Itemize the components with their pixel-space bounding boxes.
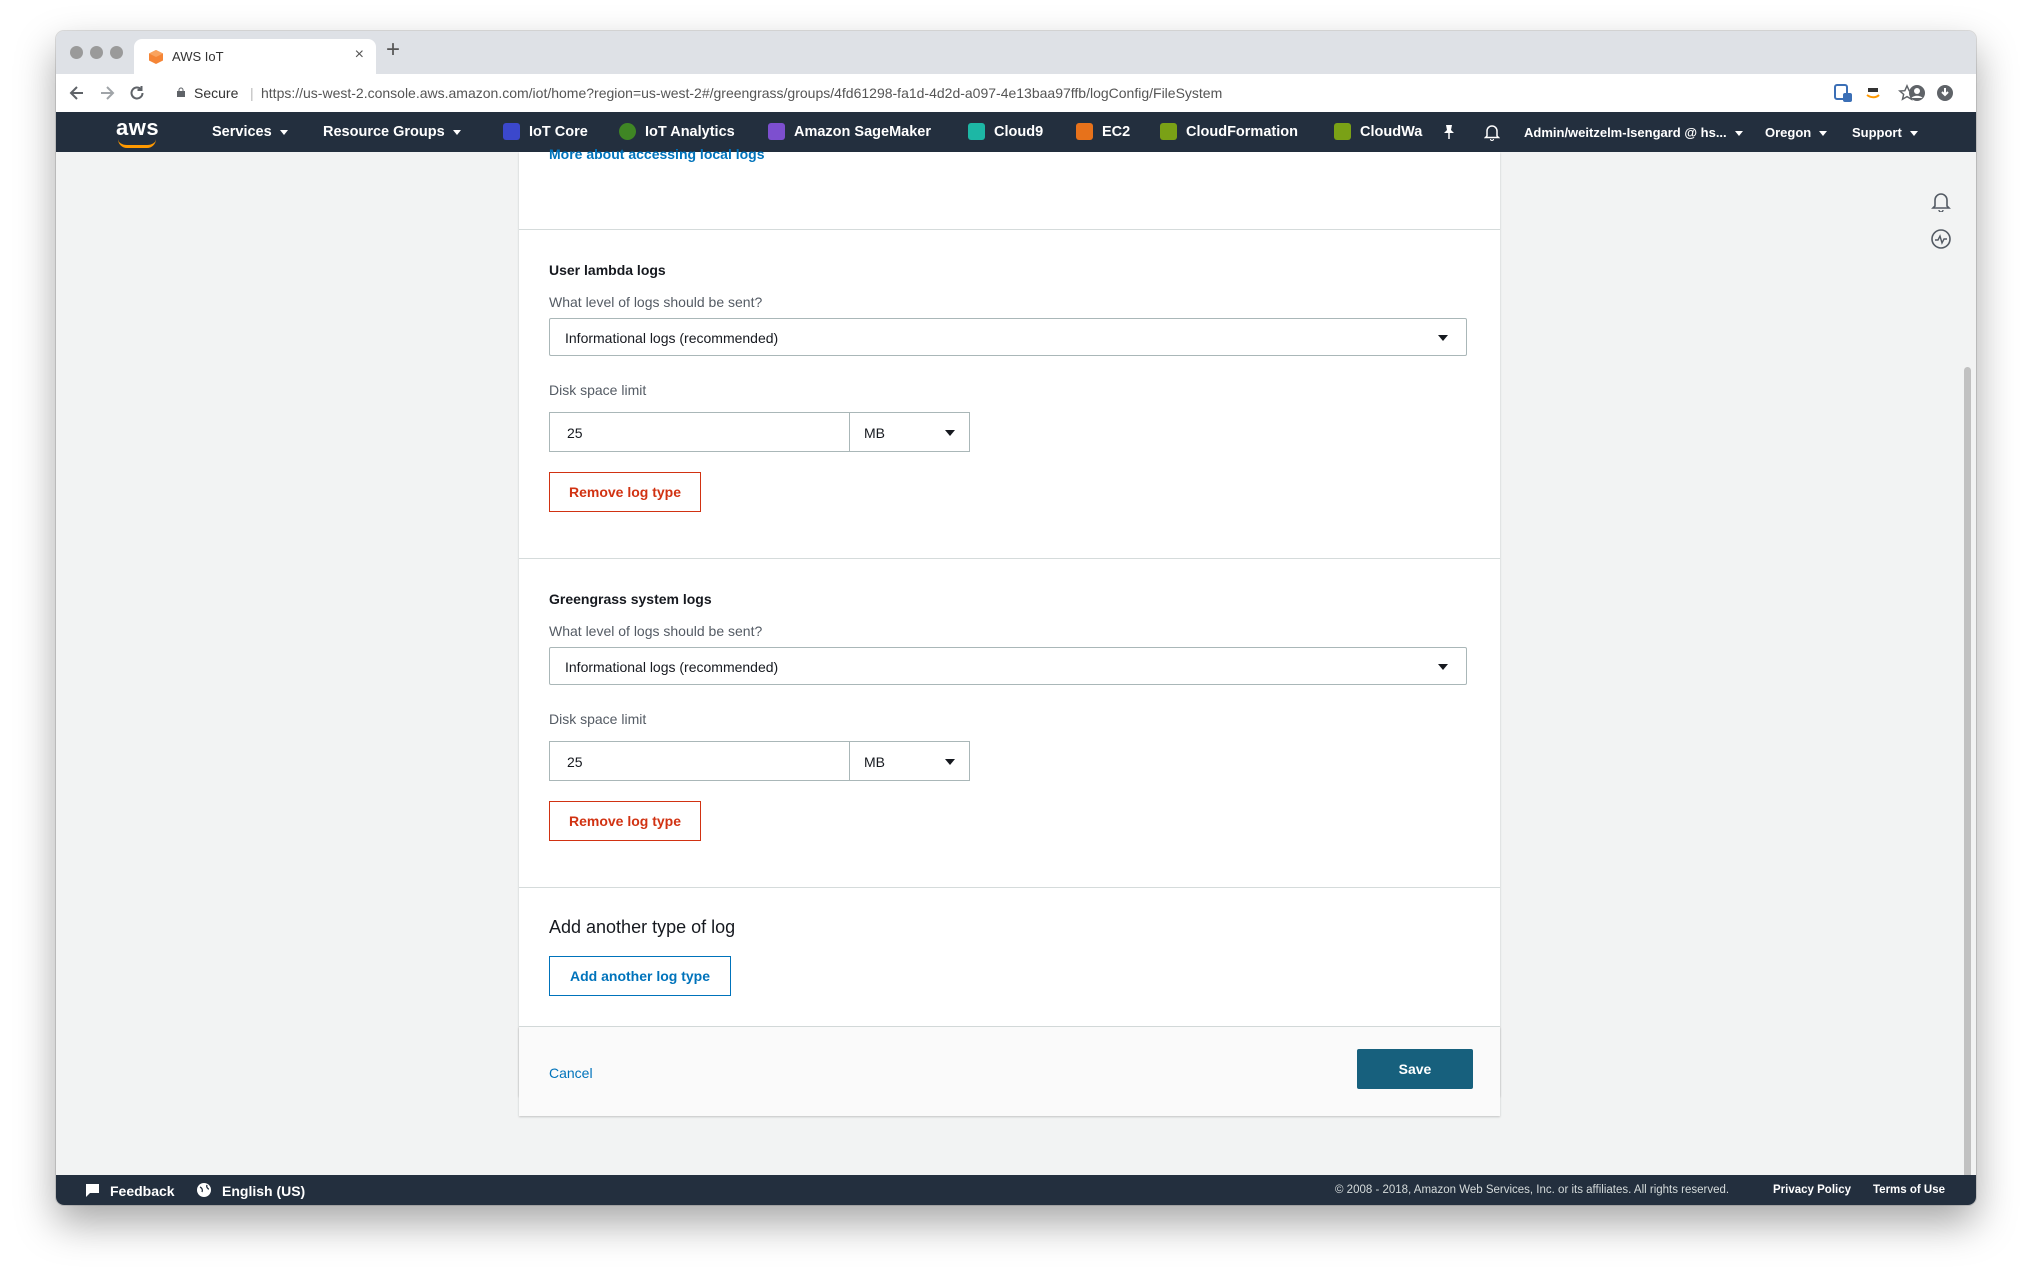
minimize-window-dot[interactable]: [90, 46, 103, 59]
user-lambda-log-level-select[interactable]: Informational logs (recommended): [549, 318, 1467, 356]
ec2-icon: [1076, 123, 1093, 140]
user-lambda-disk-space-input[interactable]: 25: [549, 412, 850, 452]
pinned-service-iot-analytics[interactable]: IoT Analytics: [645, 124, 735, 140]
aws-console-navbar: aws Services Resource Groups IoT Core Io…: [56, 112, 1976, 152]
cloudwatch-icon: [1334, 123, 1351, 140]
notification-bell-icon[interactable]: [1484, 123, 1500, 141]
iot-analytics-icon: [619, 123, 636, 140]
user-lambda-disk-unit-select[interactable]: MB: [850, 412, 970, 452]
extension-badge-icon[interactable]: [1834, 84, 1852, 102]
profile-icon[interactable]: [1908, 84, 1926, 102]
aws-smile-icon: [118, 139, 156, 148]
add-log-type-heading: Add another type of log: [549, 917, 736, 937]
url-separator: |: [250, 85, 254, 101]
chevron-down-icon: [279, 129, 288, 135]
remove-greengrass-log-button[interactable]: Remove log type: [549, 801, 701, 841]
back-arrow-icon[interactable]: [66, 82, 88, 104]
tab-close-icon[interactable]: ×: [355, 46, 364, 64]
log-config-panel: More about accessing local logs User lam…: [519, 146, 1500, 1096]
caret-down-icon: [945, 759, 955, 765]
cloudformation-icon: [1160, 123, 1177, 140]
log-level-label: What level of logs should be sent?: [549, 294, 763, 310]
address-bar[interactable]: Secure | https://us-west-2.console.aws.a…: [166, 79, 1916, 107]
sagemaker-icon: [768, 123, 785, 140]
maximize-window-dot[interactable]: [110, 46, 123, 59]
reload-icon[interactable]: [126, 82, 148, 104]
caret-down-icon: [1438, 664, 1448, 670]
log-level-value: Informational logs (recommended): [565, 330, 779, 346]
tab-strip: AWS IoT × +: [56, 31, 1976, 74]
browser-window: AWS IoT × + Secure | https://us-west-2.c…: [56, 31, 1976, 1205]
greengrass-disk-space-input[interactable]: 25: [549, 741, 850, 781]
amazon-assistant-icon[interactable]: [1864, 84, 1882, 102]
notifications-bell-icon[interactable]: [1930, 190, 1952, 212]
pinned-service-ec2[interactable]: EC2: [1102, 124, 1130, 140]
account-menu[interactable]: Admin/weitzelm-Isengard @ hs...: [1524, 125, 1743, 140]
remove-user-lambda-log-button[interactable]: Remove log type: [549, 472, 701, 512]
feedback-link[interactable]: Feedback: [110, 1183, 175, 1199]
chevron-down-icon: [1734, 131, 1743, 137]
privacy-policy-link[interactable]: Privacy Policy: [1773, 1184, 1851, 1196]
lock-icon: [177, 87, 185, 97]
browser-tab[interactable]: AWS IoT ×: [134, 39, 376, 74]
vertical-scrollbar[interactable]: [1964, 367, 1971, 1197]
greengrass-log-level-select[interactable]: Informational logs (recommended): [549, 647, 1467, 685]
caret-down-icon: [945, 430, 955, 436]
main-content: More about accessing local logs User lam…: [56, 146, 1976, 1205]
disk-unit-value: MB: [864, 425, 885, 441]
aws-logo[interactable]: aws: [116, 115, 159, 141]
forward-arrow-icon[interactable]: [96, 82, 118, 104]
pinned-service-cloudwatch[interactable]: CloudWa: [1360, 124, 1422, 140]
save-button[interactable]: Save: [1357, 1049, 1473, 1089]
cancel-link[interactable]: Cancel: [549, 1065, 593, 1081]
local-logs-link[interactable]: More about accessing local logs: [549, 146, 765, 162]
caret-down-icon: [1438, 335, 1448, 341]
log-level-label: What level of logs should be sent?: [549, 623, 763, 639]
pinned-service-sagemaker[interactable]: Amazon SageMaker: [794, 124, 931, 140]
aws-iot-favicon-icon: [149, 50, 163, 64]
section-divider: [519, 558, 1500, 559]
cloud9-icon: [968, 123, 985, 140]
url-text[interactable]: https://us-west-2.console.aws.amazon.com…: [261, 85, 1222, 101]
globe-icon: [197, 1183, 211, 1197]
feedback-bubble-icon: [86, 1184, 99, 1197]
greengrass-disk-unit-select[interactable]: MB: [850, 741, 970, 781]
services-menu[interactable]: Services: [212, 124, 288, 140]
resource-groups-menu[interactable]: Resource Groups: [323, 124, 461, 140]
pinned-service-cloud9[interactable]: Cloud9: [994, 124, 1043, 140]
disk-space-label: Disk space limit: [549, 711, 647, 727]
chevron-down-icon: [1819, 131, 1828, 137]
section-divider: [519, 229, 1500, 230]
terms-of-use-link[interactable]: Terms of Use: [1873, 1184, 1945, 1196]
new-tab-icon[interactable]: +: [386, 38, 400, 62]
add-another-log-type-button[interactable]: Add another log type: [549, 956, 731, 996]
tab-title: AWS IoT: [172, 49, 224, 64]
iot-core-icon: [503, 123, 520, 140]
disk-space-label: Disk space limit: [549, 382, 647, 398]
disk-unit-value: MB: [864, 754, 885, 770]
pinned-service-iot-core[interactable]: IoT Core: [529, 124, 588, 140]
language-selector[interactable]: English (US): [222, 1183, 305, 1199]
secure-label: Secure: [194, 85, 239, 101]
close-window-dot[interactable]: [70, 46, 83, 59]
browser-toolbar: Secure | https://us-west-2.console.aws.a…: [56, 74, 1976, 113]
console-footer: Feedback English (US) © 2008 - 2018, Ama…: [56, 1175, 1976, 1205]
greengrass-system-logs-title: Greengrass system logs: [549, 591, 712, 607]
region-menu[interactable]: Oregon: [1765, 125, 1828, 140]
pin-icon[interactable]: [1442, 124, 1456, 140]
chevron-down-icon: [1909, 131, 1918, 137]
form-actions: Cancel Save: [519, 1027, 1500, 1116]
pinned-service-cloudformation[interactable]: CloudFormation: [1186, 124, 1298, 140]
support-menu[interactable]: Support: [1852, 125, 1918, 140]
copyright-text: © 2008 - 2018, Amazon Web Services, Inc.…: [1335, 1184, 1730, 1196]
update-icon[interactable]: [1936, 84, 1954, 102]
user-lambda-logs-title: User lambda logs: [549, 262, 666, 278]
disk-space-value: 25: [567, 425, 583, 441]
disk-space-value: 25: [567, 754, 583, 770]
section-divider: [519, 887, 1500, 888]
chevron-down-icon: [452, 129, 461, 135]
log-level-value: Informational logs (recommended): [565, 659, 779, 675]
health-status-icon[interactable]: [1930, 228, 1952, 250]
